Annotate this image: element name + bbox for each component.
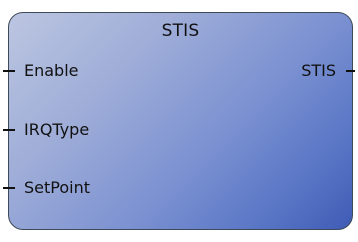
block-title: STIS [161,21,200,41]
input-pin-enable[interactable] [3,70,15,72]
input-pin-irqtype[interactable] [3,129,15,131]
input-port-irqtype-label: IRQType [24,120,90,139]
input-pin-setpoint[interactable] [3,187,15,189]
output-port-stis-label: STIS [301,61,336,80]
function-block-stis[interactable]: STIS Enable IRQType SetPoint STIS [8,12,353,230]
function-block-diagram: STIS Enable IRQType SetPoint STIS [0,0,358,242]
output-pin-stis[interactable] [346,70,355,72]
input-port-setpoint-label: SetPoint [24,178,90,197]
input-port-enable-label: Enable [24,61,79,80]
